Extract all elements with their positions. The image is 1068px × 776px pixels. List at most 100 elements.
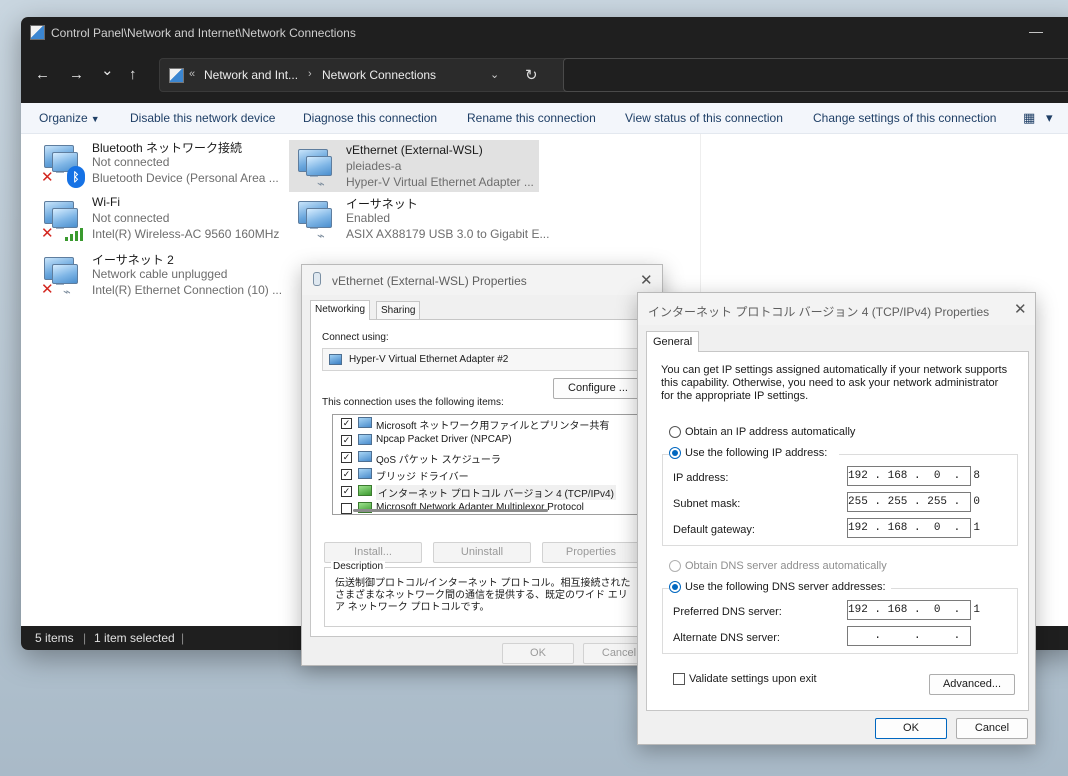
obtain-ip-auto-radio[interactable]: Obtain an IP address automatically — [669, 426, 969, 440]
ip-address-field[interactable]: 192 . 168 . 0 . 8 — [847, 466, 980, 486]
close-icon[interactable]: ✕ — [640, 271, 653, 289]
ok-button[interactable]: OK — [502, 643, 574, 664]
radio-on[interactable] — [669, 447, 681, 459]
network-adapter-icon: ✕ ⌁ — [41, 254, 85, 299]
alternate-dns-field[interactable]: . . . — [847, 626, 971, 646]
list-item[interactable]: ✓ ブリッジ ドライバー — [333, 466, 633, 483]
minimize-button[interactable]: — — [1029, 23, 1043, 39]
up-arrow-icon[interactable]: ↑ — [129, 67, 137, 83]
connect-using-label: Connect using: — [322, 332, 389, 343]
connection-item-ethernet[interactable]: ⌁ イーサネット Enabled ASIX AX88179 USB 3.0 to… — [289, 192, 549, 244]
adapter-name: Hyper-V Virtual Ethernet Adapter #2 — [349, 354, 509, 365]
checkbox[interactable]: ✓ — [341, 452, 352, 463]
disable-device-button[interactable]: Disable this network device — [130, 111, 275, 125]
list-item[interactable]: Microsoft Network Adapter Multiplexor Pr… — [333, 500, 633, 514]
connection-name: vEthernet (External-WSL) — [346, 143, 483, 157]
breadcrumb-overflow[interactable]: « — [189, 68, 195, 80]
tab-sharing[interactable]: Sharing — [376, 301, 421, 320]
validate-settings-checkbox[interactable]: Validate settings upon exit — [673, 673, 853, 687]
list-item[interactable]: ✓ QoS パケット スケジューラ — [333, 449, 633, 466]
checkbox[interactable]: ✓ — [341, 435, 352, 446]
connection-name: イーサネット — [346, 197, 418, 211]
protocol-icon — [358, 485, 372, 496]
items-label: This connection uses the following items… — [322, 397, 504, 408]
install-button[interactable]: Install... — [324, 542, 422, 563]
diagnose-button[interactable]: Diagnose this connection — [303, 111, 437, 125]
configure-button[interactable]: Configure ... — [553, 378, 643, 399]
connection-status: Not connected — [92, 211, 170, 225]
list-item-label: Microsoft ネットワーク用ファイルとプリンター共有 — [376, 421, 610, 432]
radio-off[interactable] — [669, 560, 681, 572]
checkbox-label: Validate settings upon exit — [689, 673, 817, 685]
preferred-dns-field[interactable]: 192 . 168 . 0 . 1 — [847, 600, 980, 620]
view-more-icon[interactable]: ▾ — [1046, 110, 1053, 126]
list-item-label: Npcap Packet Driver (NPCAP) — [376, 434, 512, 445]
address-bar-row: ← → ⌄ ↑ « Network and Int... › Network C… — [21, 49, 1068, 103]
obtain-dns-auto-radio[interactable]: Obtain DNS server address automatically — [669, 560, 969, 574]
radio-label: Use the following IP address: — [685, 447, 828, 459]
cancel-button[interactable]: Cancel — [956, 718, 1028, 739]
use-following-ip-radio[interactable]: Use the following IP address: — [669, 447, 839, 461]
ipv4-title: インターネット プロトコル バージョン 4 (TCP/IPv4) Propert… — [648, 305, 990, 319]
connection-item-bluetooth[interactable]: ✕ ᛒ Bluetooth ネットワーク接続 Not connected Blu… — [35, 136, 287, 188]
default-gateway-field[interactable]: 192 . 168 . 0 . 1 — [847, 518, 980, 538]
wifi-signal-icon — [65, 225, 87, 241]
adapter-display: Hyper-V Virtual Ethernet Adapter #2 — [322, 348, 649, 371]
uninstall-button[interactable]: Uninstall — [433, 542, 531, 563]
advanced-button[interactable]: Advanced... — [929, 674, 1015, 695]
checkbox[interactable]: ✓ — [341, 418, 352, 429]
breadcrumb-network-and-internet[interactable]: Network and Int... — [204, 68, 298, 82]
address-dropdown-icon[interactable]: ⌄ — [490, 68, 499, 81]
components-list[interactable]: ✓ Microsoft ネットワーク用ファイルとプリンター共有 ✓ Npcap … — [332, 414, 649, 515]
status-separator: | — [83, 631, 87, 645]
breadcrumb-network-connections[interactable]: Network Connections — [322, 68, 436, 82]
connection-item-wifi[interactable]: ✕ Wi-Fi Not connected Intel(R) Wireless-… — [35, 192, 287, 244]
ipv4-properties-dialog: インターネット プロトコル バージョン 4 (TCP/IPv4) Propert… — [637, 292, 1036, 745]
connection-name: Wi-Fi — [92, 195, 120, 209]
use-following-dns-radio[interactable]: Use the following DNS server addresses: — [669, 581, 891, 595]
list-item-label: ブリッジ ドライバー — [376, 472, 469, 483]
radio-off[interactable] — [669, 426, 681, 438]
connection-item-vethernet[interactable]: ⌁ vEthernet (External-WSL) pleiades-a Hy… — [289, 140, 539, 192]
checkbox[interactable]: ✓ — [341, 486, 352, 497]
network-service-icon — [358, 451, 372, 462]
checkbox[interactable]: ✓ — [341, 469, 352, 480]
refresh-icon[interactable]: ↻ — [525, 66, 538, 84]
view-options-icon[interactable]: ▦ — [1023, 110, 1035, 126]
rename-button[interactable]: Rename this connection — [467, 111, 596, 125]
description-label: Description — [331, 561, 386, 572]
properties-title: vEthernet (External-WSL) Properties — [332, 274, 527, 288]
radio-on[interactable] — [669, 581, 681, 593]
list-item[interactable]: ✓ Npcap Packet Driver (NPCAP) — [333, 432, 633, 448]
tab-general[interactable]: General — [646, 331, 700, 352]
preferred-dns-label: Preferred DNS server: — [673, 606, 782, 618]
ok-button[interactable]: OK — [875, 718, 947, 739]
bluetooth-icon: ᛒ — [67, 166, 85, 188]
item-count: 5 items — [35, 631, 74, 645]
back-arrow-icon[interactable]: ← — [35, 67, 50, 83]
list-item-selected[interactable]: ✓ インターネット プロトコル バージョン 4 (TCP/IPv4) — [333, 483, 633, 500]
checkbox[interactable] — [673, 673, 685, 685]
properties-button[interactable]: Properties — [542, 542, 640, 563]
checkbox[interactable] — [341, 503, 352, 514]
connection-status: Network cable unplugged — [92, 267, 228, 281]
search-input[interactable] — [563, 58, 1068, 92]
list-item[interactable]: ✓ Microsoft ネットワーク用ファイルとプリンター共有 — [333, 415, 633, 432]
view-status-button[interactable]: View status of this connection — [625, 111, 783, 125]
change-settings-button[interactable]: Change settings of this connection — [813, 111, 996, 125]
caret-down-icon: ▼ — [90, 114, 100, 124]
control-panel-icon — [169, 68, 184, 83]
close-icon[interactable]: ✕ — [1014, 300, 1027, 318]
connection-item-ethernet-2[interactable]: ✕ ⌁ イーサネット 2 Network cable unplugged Int… — [35, 248, 287, 300]
radio-label: Use the following DNS server addresses: — [685, 581, 886, 593]
organize-button[interactable]: Organize ▼ — [39, 111, 100, 125]
tab-networking[interactable]: Networking — [310, 300, 371, 320]
forward-arrow-icon[interactable]: → — [69, 67, 84, 83]
ipv4-titlebar: インターネット プロトコル バージョン 4 (TCP/IPv4) Propert… — [638, 293, 1035, 325]
horizontal-scrollbar[interactable] — [353, 509, 548, 512]
subnet-mask-field[interactable]: 255 . 255 . 255 . 0 — [847, 492, 980, 512]
network-plug-icon — [313, 272, 321, 286]
general-panel: You can get IP settings assigned automat… — [646, 351, 1029, 711]
address-box[interactable]: « Network and Int... › Network Connectio… — [159, 58, 571, 92]
recent-locations-icon[interactable]: ⌄ — [101, 63, 114, 79]
